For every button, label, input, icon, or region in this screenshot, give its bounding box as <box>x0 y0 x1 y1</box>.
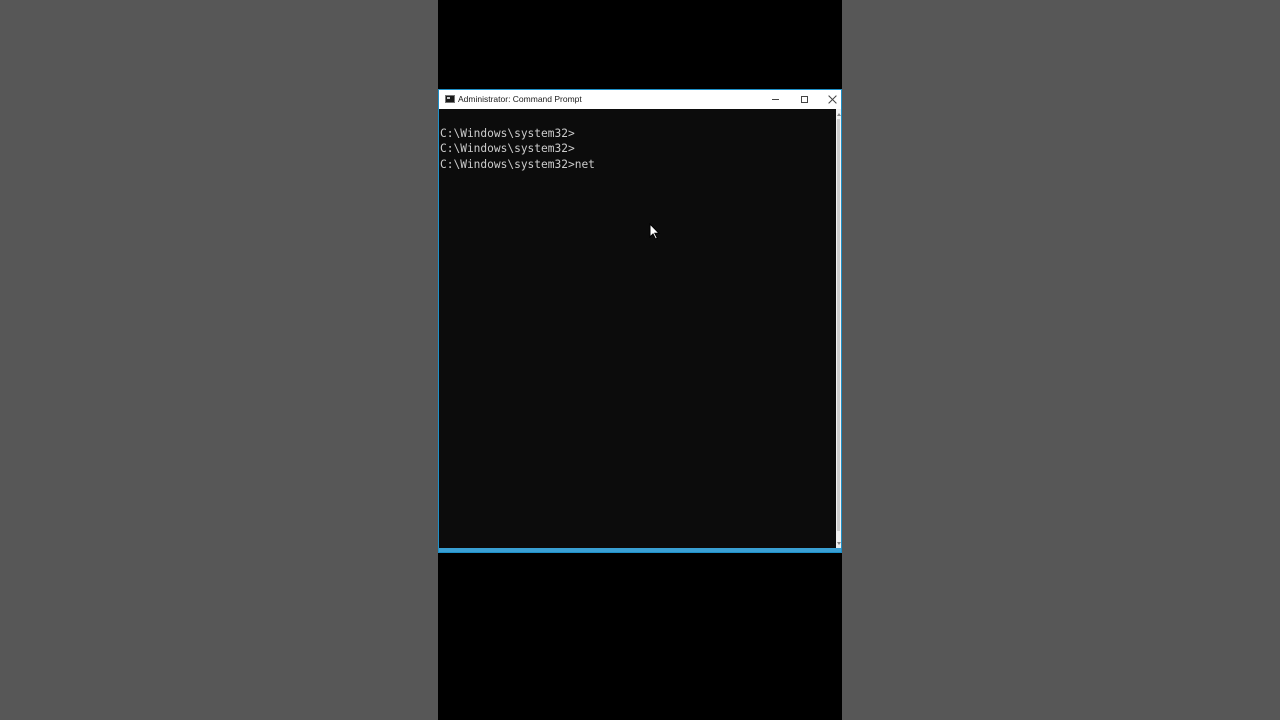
minimize-icon <box>772 99 779 100</box>
maximize-button[interactable] <box>790 90 819 109</box>
title-bar[interactable]: Administrator: Command Prompt <box>439 90 841 109</box>
scrollbar-thumb[interactable] <box>837 119 840 531</box>
console-input-line[interactable]: C:\Windows\system32>net <box>440 157 836 172</box>
minimize-button[interactable] <box>761 90 790 109</box>
scroll-down-arrow-icon[interactable] <box>837 542 841 545</box>
window-title: Administrator: Command Prompt <box>458 94 582 104</box>
scroll-up-arrow-icon[interactable] <box>837 113 841 116</box>
vertical-scrollbar[interactable] <box>836 109 841 549</box>
close-button[interactable] <box>818 90 847 109</box>
console-output[interactable]: C:\Windows\system32> C:\Windows\system32… <box>439 109 836 549</box>
desktop-background: Administrator: Command Prompt C:\Windows… <box>0 0 1280 720</box>
console-line: C:\Windows\system32> <box>440 142 575 156</box>
cmd-icon[interactable] <box>445 95 455 103</box>
command-prompt-window[interactable]: Administrator: Command Prompt C:\Windows… <box>438 89 842 553</box>
console-line: C:\Windows\system32> <box>440 127 575 140</box>
maximize-icon <box>801 96 808 103</box>
mouse-pointer-icon <box>649 223 661 240</box>
window-resize-edge[interactable] <box>439 548 841 552</box>
close-icon <box>828 95 837 104</box>
